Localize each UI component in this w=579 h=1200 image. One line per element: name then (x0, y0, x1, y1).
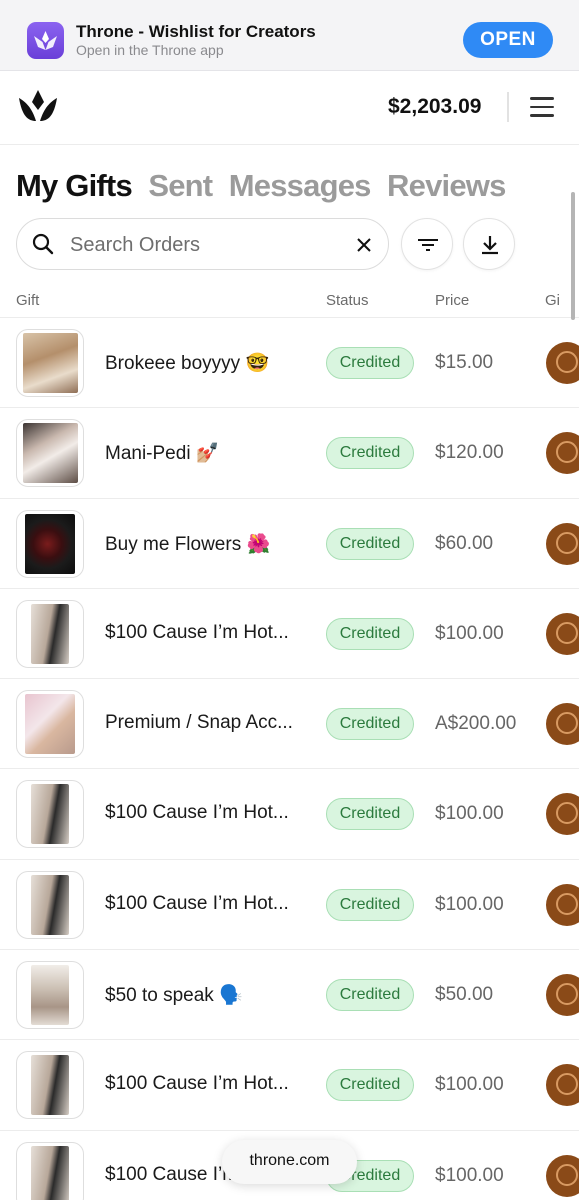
gift-thumbnail (16, 690, 84, 759)
gifter-avatar[interactable] (546, 883, 579, 926)
table-row[interactable]: $100 Cause I’m Hot... Credited $100.00 (0, 858, 579, 949)
gift-tabs: My Gifts Sent Messages Reviews (16, 168, 518, 208)
gifter-avatar[interactable] (546, 522, 579, 565)
table-row[interactable]: $100 Cause I’m Hot... Credited $100.00 (0, 1039, 579, 1129)
tab-messages[interactable]: Messages (229, 168, 372, 204)
search-input[interactable] (70, 230, 340, 260)
site-header: $2,203.09 (0, 71, 579, 145)
scrollbar[interactable] (571, 192, 575, 320)
table-row[interactable]: Premium / Snap Acc... Credited A$200.00 (0, 678, 579, 768)
gift-price: $100.00 (435, 893, 504, 915)
status-badge: Credited (326, 527, 414, 560)
gifter-avatar[interactable] (546, 342, 579, 384)
gift-price: $120.00 (435, 442, 504, 464)
table-row[interactable]: $100 Cause I’m Hot... Credited $100.00 (0, 768, 579, 858)
account-balance[interactable]: $2,203.09 (388, 95, 481, 119)
column-header-status[interactable]: Status (326, 292, 369, 309)
gift-name: $100 Cause I’m Hot... (105, 892, 289, 914)
tab-sent[interactable]: Sent (148, 168, 213, 204)
gift-name: $100 Cause I’m Hot... (105, 1073, 289, 1095)
column-header-gift[interactable]: Gift (16, 292, 39, 309)
close-icon[interactable] (354, 235, 374, 260)
gift-price: A$200.00 (435, 713, 517, 735)
hamburger-menu-icon[interactable] (530, 97, 554, 117)
gifter-avatar[interactable] (546, 1064, 579, 1107)
gift-name: Premium / Snap Acc... (105, 712, 293, 734)
status-badge: Credited (326, 708, 414, 741)
gift-price: $100.00 (435, 803, 504, 825)
gift-price: $100.00 (435, 1074, 504, 1096)
status-badge: Credited (326, 1069, 414, 1102)
filter-icon (418, 239, 438, 251)
table-row[interactable]: $100 Cause I’m Hot... Credited $100.00 (0, 587, 579, 678)
status-badge: Credited (326, 347, 414, 379)
status-badge: Credited (326, 979, 414, 1012)
search-icon (32, 233, 54, 260)
gift-name: Buy me Flowers 🌺 (105, 533, 271, 555)
header-divider (507, 92, 509, 122)
gifter-avatar[interactable] (546, 974, 579, 1017)
gifter-avatar[interactable] (546, 793, 579, 836)
gift-thumbnail (16, 419, 84, 488)
orders-table: Brokeee boyyyy 🤓 Credited $15.00 Mani-Pe… (0, 317, 579, 1200)
gifter-avatar[interactable] (546, 612, 579, 655)
gift-name: $100 Cause I’m Hot... (105, 802, 289, 824)
gift-thumbnail (16, 1051, 84, 1120)
gift-thumbnail (16, 509, 84, 578)
gift-thumbnail (16, 329, 84, 397)
gift-name: Mani-Pedi 💅🏼 (105, 443, 220, 465)
open-app-button[interactable]: OPEN (463, 22, 553, 58)
download-button[interactable] (463, 218, 515, 270)
tab-my-gifts[interactable]: My Gifts (16, 168, 133, 204)
gift-price: $15.00 (435, 352, 494, 373)
table-row[interactable]: Buy me Flowers 🌺 Credited $60.00 (0, 497, 579, 588)
status-badge: Credited (326, 437, 414, 470)
app-banner-subtitle: Open in the Throne app (76, 42, 224, 58)
table-row[interactable]: Brokeee boyyyy 🤓 Credited $15.00 (0, 317, 579, 407)
tab-reviews[interactable]: Reviews (387, 168, 506, 204)
status-badge: Credited (326, 617, 414, 650)
gift-name: $50 to speak 🗣️ (105, 985, 243, 1007)
table-row[interactable]: Mani-Pedi 💅🏼 Credited $120.00 (0, 407, 579, 497)
gift-price: $50.00 (435, 984, 494, 1006)
gift-name: Brokeee boyyyy 🤓 (105, 353, 270, 374)
download-icon (482, 236, 498, 255)
search-bar (16, 218, 389, 270)
gifter-avatar[interactable] (546, 1154, 579, 1197)
table-row[interactable]: $50 to speak 🗣️ Credited $50.00 (0, 949, 579, 1039)
app-banner: Throne - Wishlist for Creators Open in t… (0, 0, 579, 71)
gift-price: $100.00 (435, 1164, 504, 1186)
throne-app-icon (27, 22, 64, 59)
gift-thumbnail (16, 1141, 84, 1200)
gift-thumbnail (16, 599, 84, 668)
gift-price: $100.00 (435, 622, 504, 644)
status-badge: Credited (326, 798, 414, 831)
gift-name: $100 Cause I’m Hot... (105, 621, 289, 643)
gift-thumbnail (16, 961, 84, 1030)
gift-price: $60.00 (435, 532, 494, 554)
gifter-avatar[interactable] (546, 703, 579, 746)
column-header-gifter[interactable]: Gi (545, 292, 560, 309)
filter-button[interactable] (401, 218, 453, 270)
column-header-price[interactable]: Price (435, 292, 469, 309)
throne-crown-icon[interactable] (18, 88, 58, 129)
gift-thumbnail (16, 870, 84, 939)
gift-thumbnail (16, 780, 84, 849)
status-badge: Credited (326, 888, 414, 921)
app-banner-title: Throne - Wishlist for Creators (76, 22, 316, 41)
browser-url-pill[interactable]: throne.com (222, 1140, 357, 1184)
gifter-avatar[interactable] (546, 432, 579, 475)
